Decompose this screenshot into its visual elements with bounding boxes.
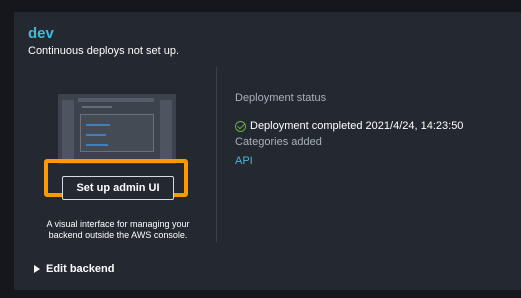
edit-backend-toggle[interactable]: Edit backend [34, 263, 114, 275]
preview-panel [80, 114, 154, 152]
preview-line [86, 144, 108, 146]
preview-sidebar-right [160, 100, 172, 160]
edit-backend-label: Edit backend [46, 263, 115, 275]
deployment-status-text: Deployment completed 2021/4/24, 14:23:50 [250, 120, 464, 132]
deployment-status-label: Deployment status [235, 92, 327, 104]
vertical-divider [216, 67, 217, 242]
admin-ui-preview-image [58, 94, 176, 164]
environment-name: dev [28, 25, 54, 42]
deployment-status: Deployment completed 2021/4/24, 14:23:50 [235, 120, 463, 132]
set-up-admin-ui-button[interactable]: Set up admin UI [62, 176, 174, 200]
preview-header-line [82, 106, 112, 108]
preview-topbar [78, 98, 154, 102]
environment-subtitle: Continuous deploys not set up. [28, 45, 180, 57]
admin-ui-description: A visual interface for managing your bac… [46, 219, 190, 240]
environment-card: dev Continuous deploys not set up. Set u… [14, 12, 521, 290]
preview-line [86, 124, 110, 126]
caret-right-icon [34, 265, 40, 273]
preview-line [86, 134, 106, 136]
preview-sidebar-left [62, 100, 74, 160]
category-api-link[interactable]: API [235, 155, 253, 167]
categories-label: Categories added [235, 136, 322, 148]
check-circle-icon [235, 120, 246, 132]
